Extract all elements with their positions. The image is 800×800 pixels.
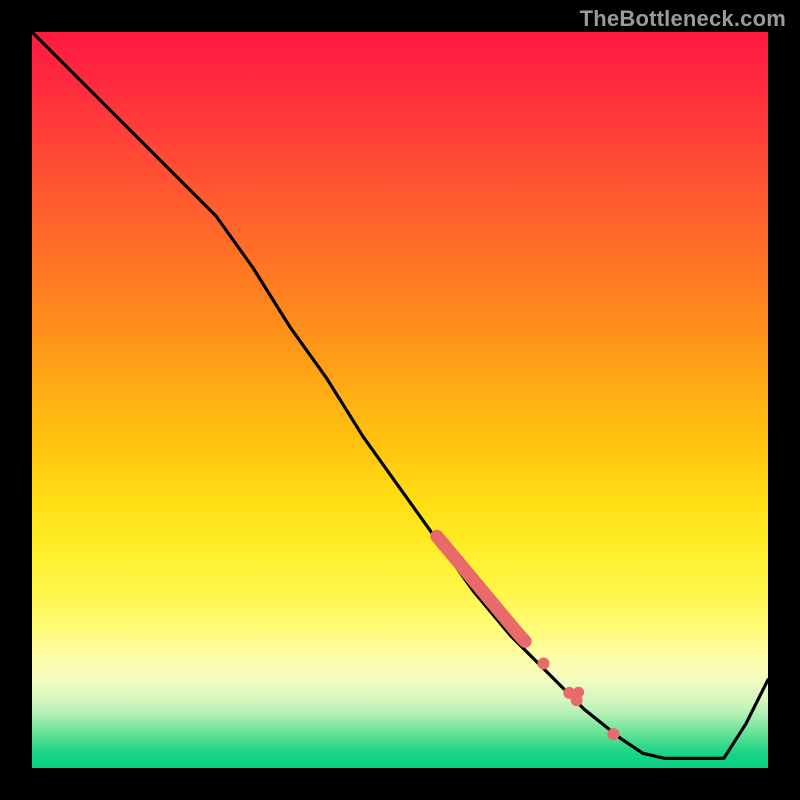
- marker-dot: [519, 635, 532, 648]
- watermark-text: TheBottleneck.com: [580, 6, 786, 32]
- bottleneck-curve: [32, 32, 768, 758]
- marker-dot: [573, 687, 584, 698]
- chart-frame: TheBottleneck.com: [0, 0, 800, 800]
- marker-dot: [607, 728, 619, 740]
- curve-layer: [32, 32, 768, 758]
- chart-overlay: [32, 32, 768, 768]
- plot-area: [32, 32, 768, 768]
- highlighted-range-markers: [430, 530, 619, 740]
- marker-dot: [538, 658, 550, 670]
